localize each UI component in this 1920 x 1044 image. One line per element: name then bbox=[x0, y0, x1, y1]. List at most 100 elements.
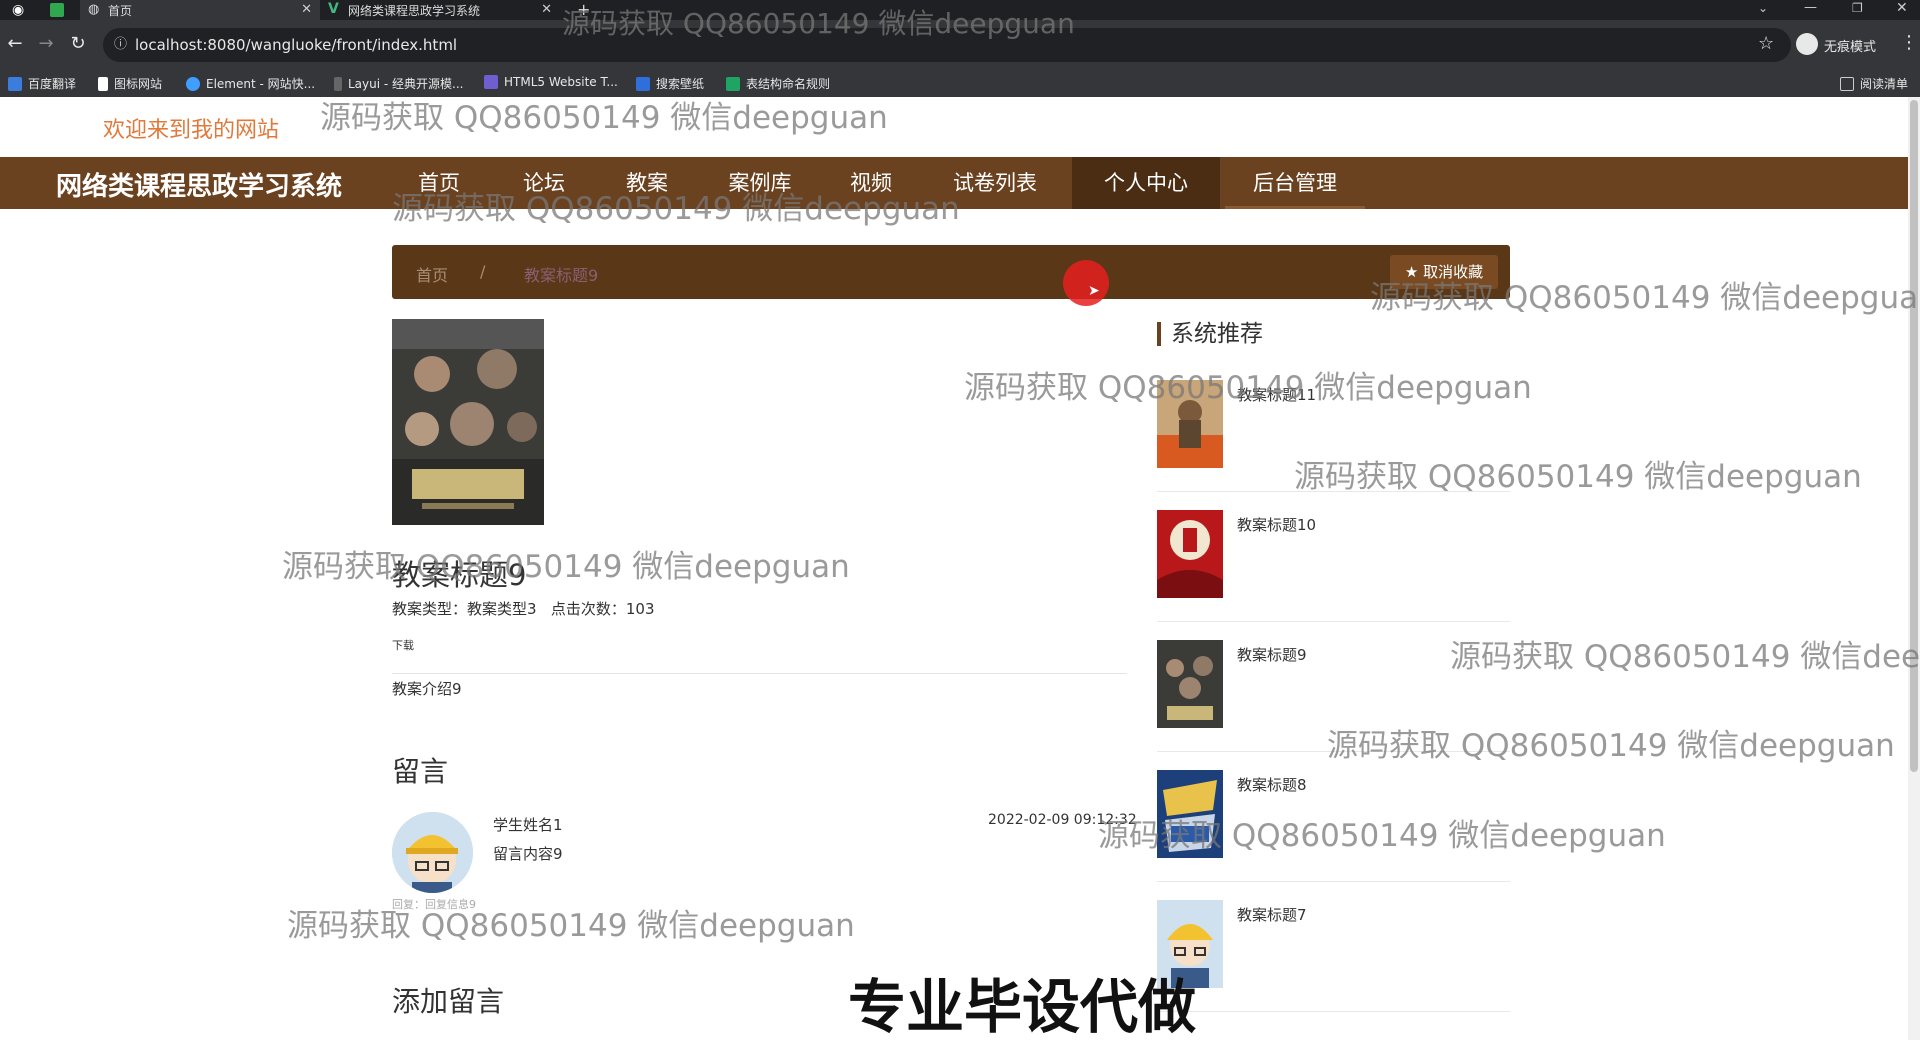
profile-label[interactable]: 无痕模式 bbox=[1824, 36, 1876, 55]
nav-underline bbox=[1225, 206, 1365, 209]
lesson-meta: 教案类型：教案类型3 点击次数：103 bbox=[392, 598, 655, 619]
recommend-item[interactable]: 教案标题8 bbox=[1157, 770, 1510, 890]
tab-search-icon[interactable]: ⌄ bbox=[1758, 1, 1768, 15]
divider bbox=[392, 673, 1127, 674]
divider bbox=[1157, 621, 1510, 622]
globe-icon: ◍ bbox=[88, 2, 100, 17]
watermark: 源码获取 QQ86050149 微信deepguan bbox=[287, 908, 855, 944]
breadcrumb-home[interactable]: 首页 bbox=[416, 262, 448, 286]
element-icon bbox=[186, 76, 200, 91]
recommend-title[interactable]: 教案标题11 bbox=[1237, 384, 1316, 405]
divider bbox=[1157, 751, 1510, 752]
message-content: 留言内容9 bbox=[493, 845, 563, 863]
close-icon[interactable]: ✕ bbox=[301, 2, 312, 17]
bookmark-item[interactable]: 搜索壁纸 bbox=[636, 75, 704, 92]
recommend-title[interactable]: 教案标题10 bbox=[1237, 514, 1316, 535]
incognito-icon[interactable] bbox=[1796, 33, 1818, 55]
bookmark-item[interactable]: Layui - 经典开源模... bbox=[334, 75, 463, 92]
tab-label: 网络类课程思政学习系统 bbox=[348, 3, 481, 18]
download-link[interactable]: 下载 bbox=[392, 637, 414, 653]
tab-system[interactable]: V 网络类课程思政学习系统 ✕ bbox=[320, 0, 560, 20]
click-indicator bbox=[1063, 260, 1109, 306]
watermark: 源码获取 QQ86050149 微信deepguan bbox=[282, 549, 850, 585]
recommend-title[interactable]: 教案标题8 bbox=[1237, 774, 1307, 795]
recommend-thumbnail bbox=[1157, 770, 1223, 858]
divider bbox=[1157, 1011, 1510, 1012]
nav-exam-list[interactable]: 试卷列表 bbox=[935, 157, 1055, 209]
more-icon[interactable]: ⋮ bbox=[1900, 32, 1918, 53]
messages-heading: 留言 bbox=[392, 755, 449, 788]
recommend-thumbnail bbox=[1157, 510, 1223, 598]
html5-icon bbox=[484, 75, 498, 89]
recommend-thumbnail bbox=[1157, 380, 1223, 468]
bookmark-item[interactable]: HTML5 Website T... bbox=[484, 75, 618, 89]
recommend-item[interactable]: 教案标题11 bbox=[1157, 380, 1510, 500]
bookmark-item[interactable]: Element - 网站快... bbox=[186, 75, 315, 92]
welcome-text: 欢迎来到我的网站 bbox=[103, 118, 280, 143]
unfavorite-button[interactable]: ★ 取消收藏 bbox=[1390, 255, 1498, 289]
recommend-item[interactable]: 教案标题10 bbox=[1157, 510, 1510, 630]
info-icon: ⓘ bbox=[114, 37, 128, 52]
nav-case-library[interactable]: 案例库 bbox=[712, 157, 808, 209]
tab-home[interactable]: ◍ 首页 ✕ bbox=[80, 0, 320, 20]
promo-banner: 专业毕设代做 bbox=[848, 973, 1197, 1041]
bookmark-star-icon[interactable]: ☆ bbox=[1758, 33, 1774, 54]
bookmark-item[interactable]: 图标网站 bbox=[98, 75, 162, 92]
forward-icon[interactable]: → bbox=[34, 32, 58, 56]
type-value: 教案类型3 bbox=[467, 600, 537, 618]
type-label: 教案类型： bbox=[392, 600, 468, 618]
breadcrumb-separator: / bbox=[480, 262, 486, 281]
avatar bbox=[392, 812, 473, 893]
reading-list-icon bbox=[1840, 76, 1854, 91]
reload-icon[interactable]: ↻ bbox=[66, 32, 90, 56]
back-icon[interactable]: ← bbox=[3, 32, 27, 56]
message-reply: 回复：回复信息9 bbox=[392, 898, 476, 911]
lesson-intro: 教案介绍9 bbox=[392, 680, 462, 698]
message-author: 学生姓名1 bbox=[493, 816, 563, 834]
bookmark-item[interactable]: 表结构命名规则 bbox=[726, 75, 830, 92]
clicks-label: 点击次数： bbox=[550, 600, 626, 618]
divider bbox=[1157, 881, 1510, 882]
clicks-value: 103 bbox=[625, 600, 655, 618]
vue-icon: V bbox=[328, 1, 339, 17]
sheet-icon bbox=[726, 76, 740, 91]
browser-tab-bar: ◉ ◍ 首页 ✕ V 网络类课程思政学习系统 ✕ + ⌄ — ❐ ✕ bbox=[0, 0, 1920, 20]
lesson-poster-image bbox=[392, 319, 544, 525]
recommend-item[interactable]: 教案标题9 bbox=[1157, 640, 1510, 760]
recommend-title[interactable]: 教案标题9 bbox=[1237, 644, 1307, 665]
nav-lesson-plans[interactable]: 教案 bbox=[608, 157, 686, 209]
nav-videos[interactable]: 视频 bbox=[832, 157, 910, 209]
cursor-icon: ➤ bbox=[1088, 283, 1100, 299]
nav-home[interactable]: 首页 bbox=[400, 157, 478, 209]
message-date: 2022-02-09 09:12:32 bbox=[988, 812, 1137, 828]
nav-forum[interactable]: 论坛 bbox=[505, 157, 583, 209]
star-icon: ★ bbox=[1404, 263, 1419, 281]
scrollbar-thumb[interactable] bbox=[1910, 100, 1918, 772]
nav-personal-center[interactable]: 个人中心 bbox=[1072, 157, 1220, 209]
watermark: 源码获取 QQ86050149 微信deepguan bbox=[1450, 639, 1920, 675]
address-bar[interactable]: ⓘ localhost:8080/wangluoke/front/index.h… bbox=[103, 28, 1791, 62]
recommend-thumbnail bbox=[1157, 640, 1223, 728]
bookmarks-bar: 百度翻译 图标网站 Element - 网站快... Layui - 经典开源模… bbox=[0, 69, 1920, 97]
wallpaper-icon bbox=[636, 76, 650, 91]
breadcrumb-current: 教案标题9 bbox=[524, 266, 599, 285]
browser-menu-icon[interactable]: ◉ bbox=[12, 2, 24, 18]
app-icon[interactable] bbox=[50, 3, 64, 17]
new-tab-icon[interactable]: + bbox=[577, 0, 590, 19]
recommend-item[interactable]: 教案标题7 bbox=[1157, 900, 1510, 1020]
reading-list[interactable]: 阅读清单 bbox=[1840, 75, 1908, 92]
site-brand[interactable]: 网络类课程思政学习系统 bbox=[56, 166, 342, 203]
nav-admin[interactable]: 后台管理 bbox=[1225, 157, 1365, 209]
restore-icon[interactable]: ❐ bbox=[1852, 1, 1863, 15]
url-text: localhost:8080/wangluoke/front/index.htm… bbox=[135, 36, 458, 54]
watermark: 源码获取 QQ86050149 微信deepguan bbox=[320, 100, 888, 136]
bookmark-item[interactable]: 百度翻译 bbox=[8, 75, 76, 92]
minimize-icon[interactable]: — bbox=[1804, 0, 1817, 15]
recommend-title[interactable]: 教案标题7 bbox=[1237, 904, 1307, 925]
divider bbox=[1157, 491, 1510, 492]
window-close-icon[interactable]: ✕ bbox=[1896, 0, 1908, 16]
close-icon[interactable]: ✕ bbox=[541, 2, 552, 17]
layui-icon bbox=[334, 76, 342, 91]
add-message-heading: 添加留言 bbox=[392, 985, 505, 1018]
translate-icon bbox=[8, 76, 22, 91]
